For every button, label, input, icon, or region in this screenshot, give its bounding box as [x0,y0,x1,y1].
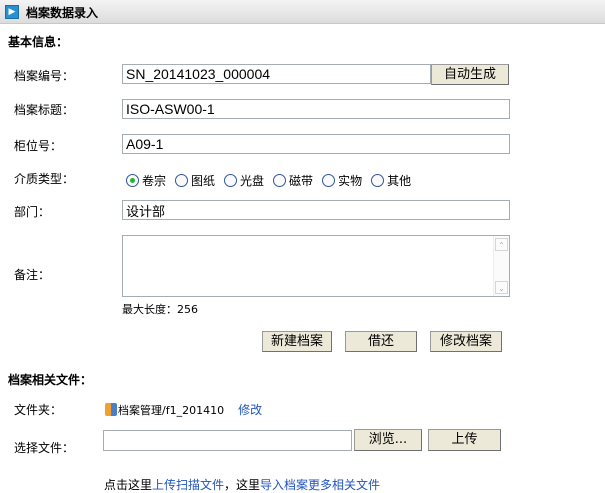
auto-generate-button[interactable]: 自动生成 [431,64,509,85]
folder-path: 档案管理/f1_201410 [118,403,225,417]
radio-checked-icon [126,174,139,187]
modify-archive-button[interactable]: 修改档案 [430,331,502,352]
archive-title-label: 档案标题： [14,103,75,117]
section-title-basic: 基本信息： [8,35,69,49]
radio-cidai[interactable]: 磁带 [273,172,313,189]
folder-label: 文件夹： [14,403,63,417]
scroll-up-icon[interactable]: ⌃ [495,238,508,251]
max-length-text: 最大长度：256 [122,303,198,316]
cabinet-no-label: 柜位号： [14,139,63,153]
archive-title-input[interactable] [122,99,510,119]
radio-icon [273,174,287,187]
choose-file-label: 选择文件： [14,441,75,455]
arrow-right-icon: ▶ [5,5,19,19]
new-archive-button[interactable]: 新建档案 [262,331,332,352]
radio-icon [371,174,385,187]
section-title-files: 档案相关文件： [8,373,93,387]
media-type-label: 介质类型： [14,172,75,186]
folder-user-icon [105,403,117,416]
borrow-return-button[interactable]: 借还 [345,331,417,352]
cabinet-no-input[interactable] [122,134,510,154]
panel-title: 档案数据录入 [26,6,99,20]
browse-button[interactable]: 浏览... [354,429,422,451]
archive-no-label: 档案编号： [14,69,75,83]
media-type-radio-group: 卷宗 图纸 光盘 磁带 实物 其他 [126,172,420,189]
radio-icon [322,174,336,187]
archive-no-input[interactable] [122,64,431,84]
radio-guangpan[interactable]: 光盘 [224,172,264,189]
upload-scan-link[interactable]: 上传扫描文件 [152,478,224,492]
department-input[interactable] [122,200,510,220]
folder-info: 档案管理/f1_201410 修改 [105,401,262,418]
radio-juanzong[interactable]: 卷宗 [126,172,166,189]
upload-hint: 点击这里上传扫描文件，这里导入档案更多相关文件 [104,478,381,492]
radio-tuzhi[interactable]: 图纸 [175,172,215,189]
panel-header: ▶ 档案数据录入 [0,0,605,24]
file-path-input[interactable] [103,430,352,451]
scrollbar[interactable]: ⌃ ⌄ [493,236,509,296]
remark-textarea[interactable]: ⌃ ⌄ [122,235,510,297]
radio-qita[interactable]: 其他 [371,172,411,189]
radio-shiwu[interactable]: 实物 [322,172,362,189]
scroll-down-icon[interactable]: ⌄ [495,281,508,294]
department-label: 部门： [14,205,51,219]
import-files-link[interactable]: 导入档案更多相关文件 [260,478,380,492]
radio-icon [175,174,189,187]
modify-folder-link[interactable]: 修改 [238,401,262,418]
upload-button[interactable]: 上传 [428,429,501,451]
remark-label: 备注： [14,268,51,282]
radio-icon [224,174,238,187]
